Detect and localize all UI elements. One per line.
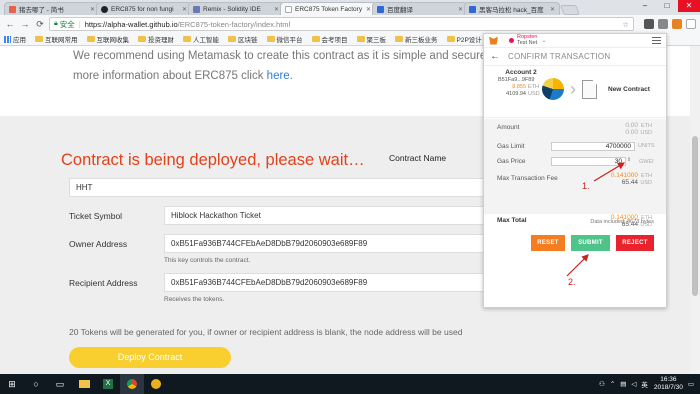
arrow-to-gas-price	[593, 162, 626, 182]
file-explorer-icon[interactable]	[72, 374, 96, 394]
cortana-search-icon[interactable]: ○	[24, 374, 48, 394]
arrow-to-submit	[566, 254, 589, 277]
volume-icon[interactable]: ◁	[631, 380, 636, 388]
excel-icon[interactable]: X	[96, 374, 120, 394]
windows-start-icon[interactable]: ⊞	[0, 374, 24, 394]
notifications-icon[interactable]: ▭	[688, 380, 694, 388]
clock-time: 16:36	[660, 376, 677, 383]
windows-taskbar: ⊞ ○ ▭ X ⚇ ⌃ ▤ ◁ 英 16:36 2018/7/30 ▭	[0, 374, 700, 394]
network-icon[interactable]: ▤	[620, 380, 626, 388]
annotation-arrows	[566, 162, 626, 277]
chevron-up-icon[interactable]: ⌃	[610, 380, 615, 388]
input-method-indicator[interactable]: 英	[641, 379, 648, 389]
task-view-icon[interactable]: ▭	[48, 374, 72, 394]
system-tray: ⚇ ⌃ ▤ ◁ 英 16:36 2018/7/30 ▭	[599, 374, 694, 394]
people-icon[interactable]: ⚇	[599, 380, 605, 388]
clock[interactable]: 16:36 2018/7/30	[654, 376, 683, 392]
chrome-icon[interactable]	[120, 374, 144, 394]
annotation-step-1: 1.	[582, 181, 590, 191]
annotation-step-2: 2.	[568, 277, 576, 287]
clock-date: 2018/7/30	[653, 384, 683, 391]
app-icon[interactable]	[144, 374, 168, 394]
